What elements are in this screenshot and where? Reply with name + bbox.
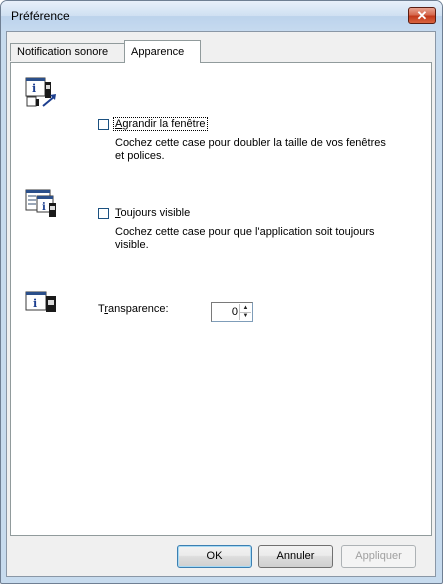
apply-button[interactable]: Appliquer	[341, 545, 416, 568]
agrandir-checkbox[interactable]	[98, 119, 109, 130]
close-icon: ✕	[416, 8, 428, 23]
spin-down-icon[interactable]: ▼	[240, 312, 251, 320]
agrandir-label[interactable]: Agrandir la fenêtre	[113, 117, 208, 131]
agrandir-description: Cochez cette case pour doubler la taille…	[115, 137, 386, 162]
tab-notification-sonore[interactable]: Notification sonore	[10, 43, 125, 61]
dialog-client-area: Notification sonore Apparence i Agrandir…	[6, 31, 436, 577]
toujours-visible-description: Cochez cette case pour que l'application…	[115, 226, 375, 251]
cancel-button[interactable]: Annuler	[258, 545, 333, 568]
svg-text:i: i	[42, 202, 46, 213]
transparence-label-text: ansparence:	[107, 303, 169, 315]
tab-label: Apparence	[131, 46, 185, 58]
always-on-top-icon: i	[25, 189, 56, 217]
spinner-buttons: ▲ ▼	[239, 304, 251, 320]
svg-text:i: i	[33, 297, 37, 310]
transparence-label: Transparence:	[98, 303, 169, 315]
transparency-icon: i	[25, 291, 56, 312]
tab-apparence[interactable]: Apparence	[124, 40, 201, 63]
agrandir-label-text: grandir la fenêtre	[122, 118, 206, 130]
title-bar[interactable]: Préférence ✕	[1, 1, 442, 31]
transparence-spinner[interactable]: 0 ▲ ▼	[211, 302, 253, 322]
apparence-panel: i Agrandir la fenêtre Cochez cette case …	[10, 62, 432, 536]
tab-strip: Notification sonore Apparence	[10, 40, 430, 63]
preference-dialog: Préférence ✕ Notification sonore Apparen…	[0, 0, 443, 584]
toujours-visible-checkbox[interactable]	[98, 208, 109, 219]
svg-text:i: i	[32, 82, 36, 95]
transparence-value[interactable]: 0	[232, 306, 238, 318]
ok-button[interactable]: OK	[177, 545, 252, 568]
toujours-visible-label[interactable]: Toujours visible	[115, 207, 190, 219]
window-title: Préférence	[11, 9, 70, 23]
close-button[interactable]: ✕	[408, 7, 436, 24]
toujours-label-text: oujours visible	[120, 207, 191, 219]
window-enlarge-icon: i	[25, 77, 56, 107]
tab-label: Notification sonore	[17, 46, 109, 58]
